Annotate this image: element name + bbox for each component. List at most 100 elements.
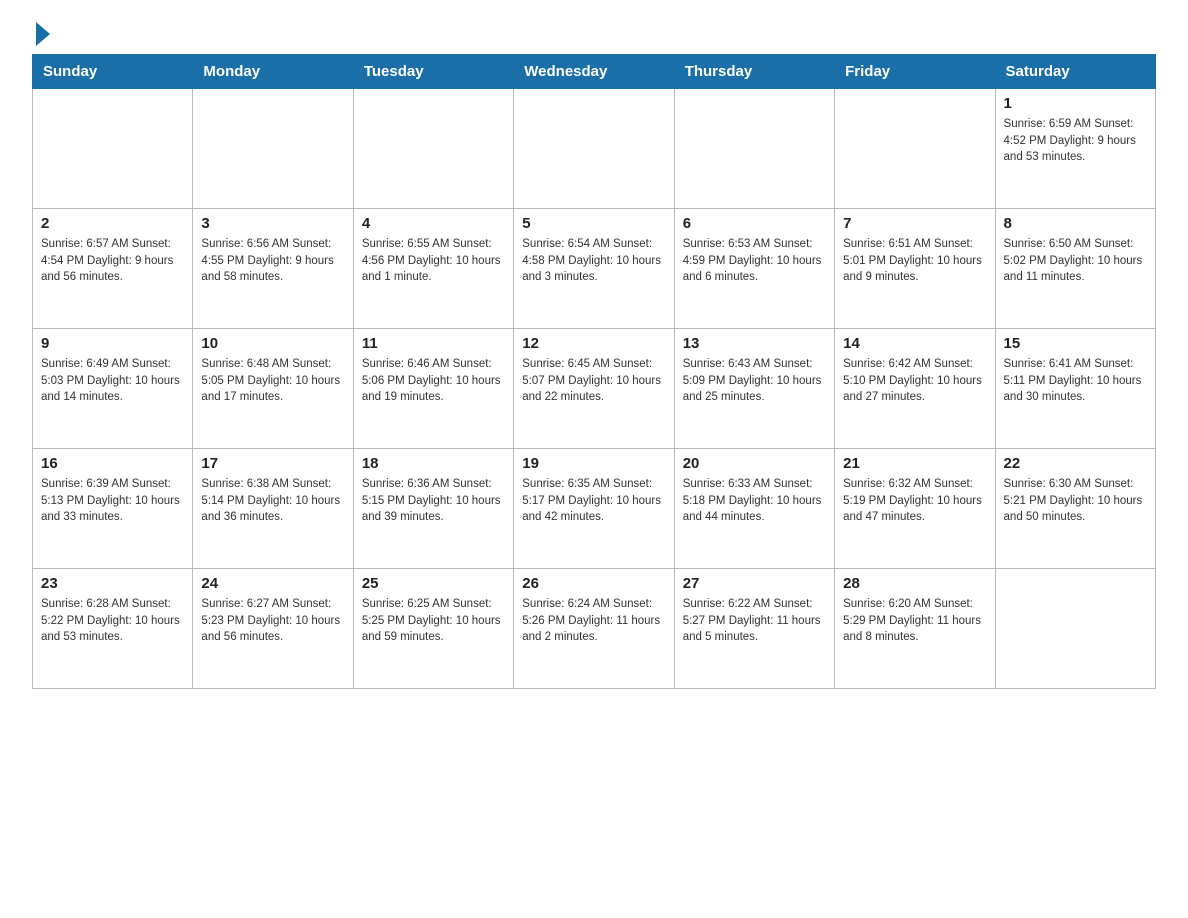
calendar-cell: 26 Sunrise: 6:24 AM Sunset: 5:26 PM Dayli… [514, 569, 674, 689]
calendar-cell [193, 89, 353, 209]
day-info: Sunrise: 6:33 AM Sunset: 5:18 PM Dayligh… [683, 476, 826, 526]
day-number: 5 [522, 215, 665, 232]
page-header [32, 24, 1156, 42]
day-info: Sunrise: 6:46 AM Sunset: 5:06 PM Dayligh… [362, 356, 505, 406]
calendar-cell: 10 Sunrise: 6:48 AM Sunset: 5:05 PM Dayli… [193, 329, 353, 449]
calendar-cell: 25 Sunrise: 6:25 AM Sunset: 5:25 PM Dayli… [353, 569, 513, 689]
calendar-cell: 18 Sunrise: 6:36 AM Sunset: 5:15 PM Dayli… [353, 449, 513, 569]
day-number: 16 [41, 455, 184, 472]
calendar-week-4: 16 Sunrise: 6:39 AM Sunset: 5:13 PM Dayli… [33, 449, 1156, 569]
day-info: Sunrise: 6:27 AM Sunset: 5:23 PM Dayligh… [201, 596, 344, 646]
calendar-table: SundayMondayTuesdayWednesdayThursdayFrid… [32, 54, 1156, 689]
day-info: Sunrise: 6:28 AM Sunset: 5:22 PM Dayligh… [41, 596, 184, 646]
calendar-cell [835, 89, 995, 209]
calendar-cell: 4 Sunrise: 6:55 AM Sunset: 4:56 PM Daylig… [353, 209, 513, 329]
day-number: 9 [41, 335, 184, 352]
day-info: Sunrise: 6:54 AM Sunset: 4:58 PM Dayligh… [522, 236, 665, 286]
calendar-cell: 14 Sunrise: 6:42 AM Sunset: 5:10 PM Dayli… [835, 329, 995, 449]
day-number: 15 [1004, 335, 1147, 352]
calendar-cell: 3Sunrise: 6:56 AM Sunset: 4:55 PM Daylig… [193, 209, 353, 329]
day-number: 28 [843, 575, 986, 592]
weekday-header-thursday: Thursday [674, 55, 834, 89]
day-info: Sunrise: 6:53 AM Sunset: 4:59 PM Dayligh… [683, 236, 826, 286]
logo [32, 24, 50, 42]
day-number: 2 [41, 215, 184, 232]
calendar-cell [674, 89, 834, 209]
calendar-cell: 16 Sunrise: 6:39 AM Sunset: 5:13 PM Dayli… [33, 449, 193, 569]
day-number: 11 [362, 335, 505, 352]
calendar-cell: 23 Sunrise: 6:28 AM Sunset: 5:22 PM Dayli… [33, 569, 193, 689]
calendar-cell: 27 Sunrise: 6:22 AM Sunset: 5:27 PM Dayli… [674, 569, 834, 689]
calendar-cell [33, 89, 193, 209]
day-number: 20 [683, 455, 826, 472]
calendar-cell: 8 Sunrise: 6:50 AM Sunset: 5:02 PM Daylig… [995, 209, 1155, 329]
calendar-week-5: 23 Sunrise: 6:28 AM Sunset: 5:22 PM Dayli… [33, 569, 1156, 689]
weekday-header-tuesday: Tuesday [353, 55, 513, 89]
day-info: Sunrise: 6:50 AM Sunset: 5:02 PM Dayligh… [1004, 236, 1147, 286]
day-number: 24 [201, 575, 344, 592]
day-info: Sunrise: 6:55 AM Sunset: 4:56 PM Dayligh… [362, 236, 505, 286]
day-info: Sunrise: 6:59 AM Sunset: 4:52 PM Dayligh… [1004, 116, 1147, 166]
calendar-header-row: SundayMondayTuesdayWednesdayThursdayFrid… [33, 55, 1156, 89]
calendar-cell: 2Sunrise: 6:57 AM Sunset: 4:54 PM Daylig… [33, 209, 193, 329]
calendar-cell: 19Sunrise: 6:35 AM Sunset: 5:17 PM Dayli… [514, 449, 674, 569]
day-number: 8 [1004, 215, 1147, 232]
day-number: 12 [522, 335, 665, 352]
day-number: 22 [1004, 455, 1147, 472]
calendar-cell [514, 89, 674, 209]
day-info: Sunrise: 6:22 AM Sunset: 5:27 PM Dayligh… [683, 596, 826, 646]
day-info: Sunrise: 6:36 AM Sunset: 5:15 PM Dayligh… [362, 476, 505, 526]
day-info: Sunrise: 6:20 AM Sunset: 5:29 PM Dayligh… [843, 596, 986, 646]
day-info: Sunrise: 6:32 AM Sunset: 5:19 PM Dayligh… [843, 476, 986, 526]
weekday-header-wednesday: Wednesday [514, 55, 674, 89]
calendar-cell: 21 Sunrise: 6:32 AM Sunset: 5:19 PM Dayli… [835, 449, 995, 569]
calendar-cell: 22 Sunrise: 6:30 AM Sunset: 5:21 PM Dayli… [995, 449, 1155, 569]
weekday-header-friday: Friday [835, 55, 995, 89]
day-number: 18 [362, 455, 505, 472]
logo-arrow-icon [36, 22, 50, 46]
day-info: Sunrise: 6:39 AM Sunset: 5:13 PM Dayligh… [41, 476, 184, 526]
calendar-cell: 7Sunrise: 6:51 AM Sunset: 5:01 PM Daylig… [835, 209, 995, 329]
calendar-week-2: 2Sunrise: 6:57 AM Sunset: 4:54 PM Daylig… [33, 209, 1156, 329]
calendar-cell: 12Sunrise: 6:45 AM Sunset: 5:07 PM Dayli… [514, 329, 674, 449]
day-number: 23 [41, 575, 184, 592]
calendar-cell: 5 Sunrise: 6:54 AM Sunset: 4:58 PM Daylig… [514, 209, 674, 329]
day-number: 21 [843, 455, 986, 472]
calendar-cell: 20 Sunrise: 6:33 AM Sunset: 5:18 PM Dayli… [674, 449, 834, 569]
day-number: 1 [1004, 95, 1147, 112]
calendar-cell [353, 89, 513, 209]
day-number: 13 [683, 335, 826, 352]
day-number: 6 [683, 215, 826, 232]
calendar-week-3: 9 Sunrise: 6:49 AM Sunset: 5:03 PM Daylig… [33, 329, 1156, 449]
day-info: Sunrise: 6:25 AM Sunset: 5:25 PM Dayligh… [362, 596, 505, 646]
weekday-header-saturday: Saturday [995, 55, 1155, 89]
weekday-header-monday: Monday [193, 55, 353, 89]
calendar-cell: 24 Sunrise: 6:27 AM Sunset: 5:23 PM Dayli… [193, 569, 353, 689]
day-info: Sunrise: 6:49 AM Sunset: 5:03 PM Dayligh… [41, 356, 184, 406]
day-info: Sunrise: 6:41 AM Sunset: 5:11 PM Dayligh… [1004, 356, 1147, 406]
calendar-cell: 17 Sunrise: 6:38 AM Sunset: 5:14 PM Dayli… [193, 449, 353, 569]
calendar-cell: 6 Sunrise: 6:53 AM Sunset: 4:59 PM Daylig… [674, 209, 834, 329]
day-number: 4 [362, 215, 505, 232]
day-info: Sunrise: 6:24 AM Sunset: 5:26 PM Dayligh… [522, 596, 665, 646]
calendar-cell: 15 Sunrise: 6:41 AM Sunset: 5:11 PM Dayli… [995, 329, 1155, 449]
calendar-cell: 13Sunrise: 6:43 AM Sunset: 5:09 PM Dayli… [674, 329, 834, 449]
weekday-header-sunday: Sunday [33, 55, 193, 89]
day-number: 14 [843, 335, 986, 352]
day-number: 17 [201, 455, 344, 472]
day-info: Sunrise: 6:30 AM Sunset: 5:21 PM Dayligh… [1004, 476, 1147, 526]
calendar-cell: 11 Sunrise: 6:46 AM Sunset: 5:06 PM Dayli… [353, 329, 513, 449]
day-info: Sunrise: 6:38 AM Sunset: 5:14 PM Dayligh… [201, 476, 344, 526]
day-info: Sunrise: 6:42 AM Sunset: 5:10 PM Dayligh… [843, 356, 986, 406]
calendar-cell [995, 569, 1155, 689]
day-number: 27 [683, 575, 826, 592]
day-number: 25 [362, 575, 505, 592]
day-info: Sunrise: 6:48 AM Sunset: 5:05 PM Dayligh… [201, 356, 344, 406]
calendar-week-1: 1 Sunrise: 6:59 AM Sunset: 4:52 PM Daylig… [33, 89, 1156, 209]
calendar-cell: 28 Sunrise: 6:20 AM Sunset: 5:29 PM Dayli… [835, 569, 995, 689]
day-number: 19 [522, 455, 665, 472]
day-number: 26 [522, 575, 665, 592]
calendar-cell: 1 Sunrise: 6:59 AM Sunset: 4:52 PM Daylig… [995, 89, 1155, 209]
day-number: 10 [201, 335, 344, 352]
day-number: 7 [843, 215, 986, 232]
